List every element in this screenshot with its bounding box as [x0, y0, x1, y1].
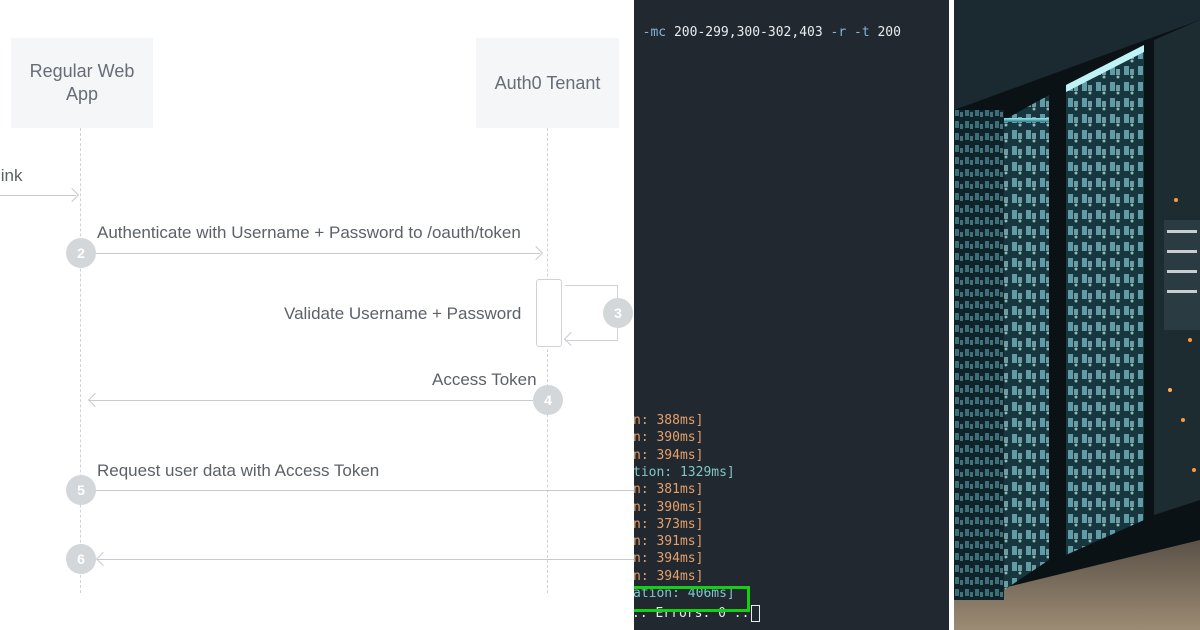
command-text: t	[634, 25, 643, 40]
command-flag: -r	[830, 25, 847, 40]
message-label-5: Request user data with Access Token	[97, 461, 380, 480]
message-arrow-4	[89, 400, 533, 401]
actor-label: Auth0 Tenant	[494, 72, 601, 93]
actor-regular-web-app: Regular Web App	[11, 38, 153, 128]
command-flag: -t	[854, 25, 870, 40]
cursor-icon	[751, 605, 761, 622]
command-line: t -mc 200-299,300-302,403 -r -t 200	[634, 25, 901, 40]
terminal-output-line: n: 381ms]	[634, 482, 704, 498]
message-label-1: link	[0, 166, 23, 185]
arrowhead-right-icon	[528, 245, 544, 261]
terminal-output-line: n: 394ms]	[634, 551, 704, 567]
command-arg: 200	[869, 25, 901, 40]
terminal-output-line: n: 390ms]	[634, 499, 704, 515]
server-room-artwork	[954, 0, 1200, 630]
terminal-window: t -mc 200-299,300-302,403 -r -t 200 n: 3…	[634, 0, 949, 630]
terminal-output-line: n: 390ms]	[634, 430, 704, 446]
sequence-diagram: Regular Web App Auth0 Tenant link Authen…	[0, 0, 634, 630]
message-label-4: Access Token	[432, 370, 537, 389]
message-arrow-6	[97, 559, 634, 560]
terminal-output-line: n: 391ms]	[634, 534, 704, 550]
message-arrow-2	[95, 253, 540, 254]
lifeline-auth0-tenant	[547, 128, 548, 593]
arrowhead-left-icon	[95, 551, 111, 567]
step-badge-5: 5	[66, 475, 96, 505]
step-badge-6: 6	[66, 544, 96, 574]
step-badge-4: 4	[533, 385, 563, 415]
command-arg: 200-299,300-302,403	[666, 25, 831, 40]
terminal-output-line: n: 388ms]	[634, 413, 704, 428]
highlight-box	[634, 586, 750, 612]
step-badge-3: 3	[603, 298, 633, 328]
message-label-2: Authenticate with Username + Password to…	[97, 223, 521, 242]
actor-label-line1: Regular Web	[29, 61, 135, 81]
command-flag: -mc	[642, 25, 667, 40]
message-arrow-5	[95, 490, 634, 491]
terminal-output-line: n: 394ms]	[634, 447, 704, 463]
terminal-output-line: n: 373ms]	[634, 516, 704, 532]
step-badge-2: 2	[66, 238, 96, 268]
message-label-3: Validate Username + Password	[284, 304, 522, 323]
terminal-output-line: n: 394ms]	[634, 568, 704, 584]
actor-label-line2: App	[65, 84, 98, 104]
arrowhead-left-icon	[87, 392, 103, 408]
lifeline-web-app	[80, 128, 81, 593]
terminal-output-line: tion: 1329ms]	[634, 464, 735, 480]
artwork-image	[954, 0, 1200, 630]
activation-bar	[536, 279, 562, 347]
arrowhead-right-icon	[64, 187, 80, 203]
actor-auth0-tenant: Auth0 Tenant	[476, 38, 619, 128]
